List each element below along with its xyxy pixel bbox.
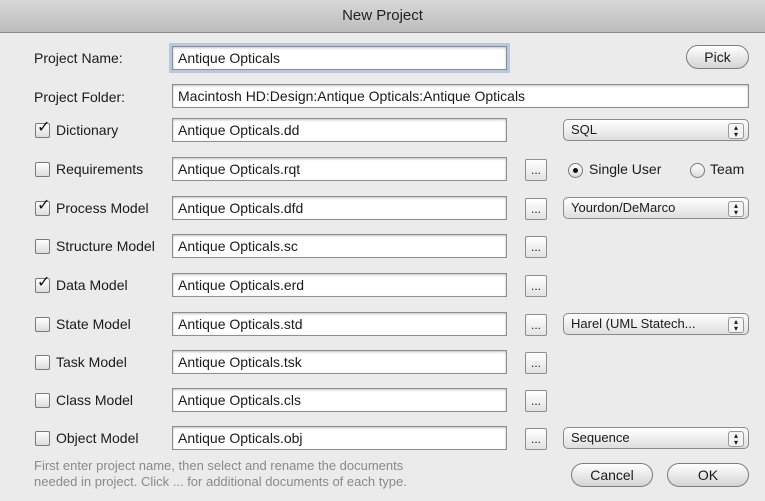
task-model-checkbox[interactable] [35,355,50,370]
dictionary-label: Dictionary [56,122,119,138]
process-model-file-input[interactable]: Antique Opticals.dfd [172,196,507,220]
class-model-file-input[interactable]: Antique Opticals.cls [172,388,507,412]
requirements-checkbox[interactable] [35,162,50,177]
project-folder-label: Project Folder: [34,89,126,105]
team-radio[interactable] [690,163,705,178]
cancel-button[interactable]: Cancel [571,463,653,487]
team-label: Team [710,161,745,177]
ok-button[interactable]: OK [667,463,749,487]
popup-arrows-icon: ▴ ▾ [728,317,744,333]
project-name-label: Project Name: [34,50,123,66]
state-method-value: Harel (UML Statech... [571,316,696,331]
checkmark-icon: ✓ [37,195,51,214]
object-model-checkbox[interactable] [35,431,50,446]
structure-model-file-input[interactable]: Antique Opticals.sc [172,234,507,258]
data-model-label: Data Model [56,277,128,293]
dictionary-type-select[interactable]: SQL ▴ ▾ [563,119,749,141]
class-model-more-button[interactable]: ... [525,390,547,412]
data-model-file-input[interactable]: Antique Opticals.erd [172,273,507,297]
data-model-more-button[interactable]: ... [525,275,547,297]
popup-arrows-icon: ▴ ▾ [728,431,744,447]
task-model-label: Task Model [56,354,127,370]
project-name-input[interactable]: Antique Opticals [169,43,510,73]
class-model-label: Class Model [56,392,134,408]
state-method-select[interactable]: Harel (UML Statech... ▴ ▾ [563,313,749,335]
checkmark-icon: ✓ [37,117,51,136]
task-model-more-button[interactable]: ... [525,352,547,374]
process-model-checkbox[interactable]: ✓ [35,197,50,216]
state-model-more-button[interactable]: ... [525,314,547,336]
popup-arrows-icon: ▴ ▾ [728,201,744,217]
process-method-value: Yourdon/DeMarco [571,200,676,215]
structure-model-more-button[interactable]: ... [525,236,547,258]
object-model-file-input[interactable]: Antique Opticals.obj [172,426,507,450]
project-folder-input[interactable]: Macintosh HD:Design:Antique Opticals:Ant… [172,84,749,108]
state-model-label: State Model [56,316,131,332]
class-model-checkbox[interactable] [35,393,50,408]
single-user-radio[interactable] [568,163,583,178]
pick-button[interactable]: Pick [686,45,749,69]
object-model-label: Object Model [56,430,139,446]
single-user-label: Single User [589,161,662,177]
state-model-file-input[interactable]: Antique Opticals.std [172,312,507,336]
task-model-file-input[interactable]: Antique Opticals.tsk [172,350,507,374]
requirements-more-button[interactable]: ... [525,159,547,181]
object-method-value: Sequence [571,430,630,445]
radio-selected-icon [573,168,578,173]
checkmark-icon: ✓ [37,272,51,291]
state-model-checkbox[interactable] [35,317,50,332]
structure-model-checkbox[interactable] [35,239,50,254]
dictionary-type-value: SQL [571,122,598,137]
help-line-2: needed in project. Click ... for additio… [34,474,407,489]
object-model-more-button[interactable]: ... [525,428,547,450]
popup-arrows-icon: ▴ ▾ [728,123,744,139]
window-title: New Project [0,0,765,33]
object-method-select[interactable]: Sequence ▴ ▾ [563,427,749,449]
process-model-more-button[interactable]: ... [525,198,547,220]
dictionary-checkbox[interactable]: ✓ [35,119,50,138]
process-model-label: Process Model [56,200,149,216]
data-model-checkbox[interactable]: ✓ [35,274,50,293]
help-text: First enter project name, then select an… [34,458,407,490]
structure-model-label: Structure Model [56,238,155,254]
requirements-label: Requirements [56,161,144,177]
requirements-file-input[interactable]: Antique Opticals.rqt [172,157,507,181]
help-line-1: First enter project name, then select an… [34,458,404,473]
process-method-select[interactable]: Yourdon/DeMarco ▴ ▾ [563,197,749,219]
dictionary-file-input[interactable]: Antique Opticals.dd [172,118,507,142]
